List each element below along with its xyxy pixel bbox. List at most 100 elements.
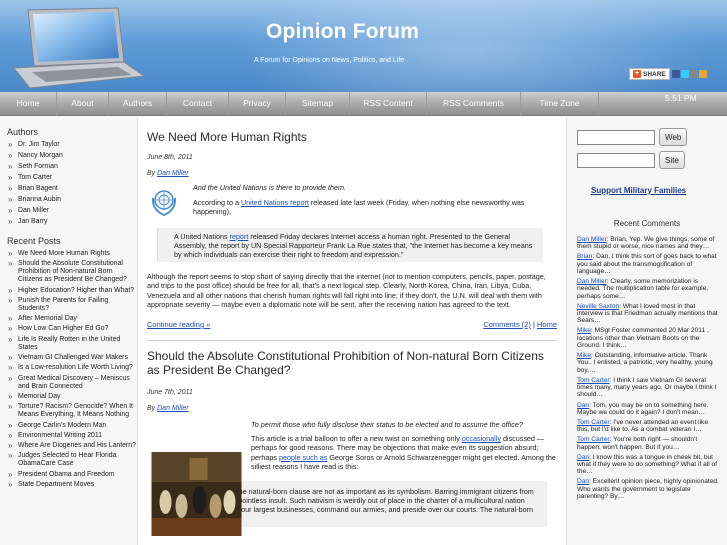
post-author-link[interactable]: Dan Miller bbox=[157, 405, 189, 412]
text-run: According to a bbox=[193, 198, 239, 208]
recent-post-link[interactable]: Vietnam GI Challenged War Makers bbox=[6, 354, 137, 362]
post-meta-links: Comments (2) | Home bbox=[483, 320, 557, 329]
comment-item: Neville Saxton: What I loved most in tha… bbox=[577, 303, 721, 325]
comment-text[interactable]: : I know this was a tongue in cheek bit,… bbox=[577, 454, 717, 476]
support-military-families-link[interactable]: Support Military Families bbox=[591, 186, 721, 195]
recent-post-link[interactable]: Higher Education? Higher than What? bbox=[6, 287, 137, 295]
nav-rss-comments[interactable]: RSS Comments bbox=[427, 92, 521, 116]
comment-author-link[interactable]: Dan bbox=[577, 478, 589, 485]
comment-text[interactable]: : Excellent opinion piece, highly opinio… bbox=[577, 478, 719, 500]
email-icon[interactable] bbox=[689, 70, 698, 78]
comment-text[interactable]: : Dan, I think this sort of goes back to… bbox=[577, 253, 717, 275]
share-service-icons bbox=[671, 70, 707, 78]
people-link[interactable]: people such as bbox=[279, 453, 327, 462]
site-title[interactable]: Opinion Forum bbox=[266, 20, 419, 44]
post-date: June 7th, 2011 bbox=[147, 389, 193, 397]
recent-post-link[interactable]: Torture? Racism? Genocide? When It Means… bbox=[6, 403, 137, 419]
nav-home[interactable]: Home bbox=[0, 92, 57, 116]
text-run: A United Nations bbox=[174, 231, 228, 241]
comment-item: Tom Carter: I think I saw Vietnam GI sev… bbox=[577, 377, 721, 399]
comment-text[interactable]: : MSgt Foster commented 20 Mar 2011 , lo… bbox=[577, 327, 709, 349]
comment-author-link[interactable]: Dan Miller bbox=[577, 236, 607, 243]
author-link[interactable]: Dr. Jim Taylor bbox=[6, 141, 137, 149]
post: We Need More Human Rights June 8th, 2011… bbox=[147, 130, 557, 342]
post-author-link[interactable]: Dan Miller bbox=[157, 170, 189, 177]
author-link[interactable]: Jan Barry bbox=[6, 218, 137, 226]
category-link[interactable]: Home bbox=[537, 320, 557, 329]
author-link[interactable]: Nancy Morgan bbox=[6, 152, 137, 160]
recent-post-link[interactable]: State Department Moves bbox=[6, 481, 137, 489]
comment-author-link[interactable]: Tom Carter bbox=[577, 377, 610, 384]
comment-author-link[interactable]: Mike bbox=[577, 327, 591, 334]
twitter-icon[interactable] bbox=[680, 70, 689, 78]
recent-post-link[interactable]: Memorial Day bbox=[6, 393, 137, 401]
bookmark-icon[interactable] bbox=[698, 70, 707, 78]
author-link[interactable]: Tom Carter bbox=[6, 174, 137, 182]
comment-author-link[interactable]: Neville Saxton bbox=[577, 303, 619, 310]
comment-author-link[interactable]: Tom Carter bbox=[577, 436, 610, 443]
post-byline: By Dan Miller bbox=[147, 405, 557, 412]
recent-post-link[interactable]: Environmental Writing 2011 bbox=[6, 432, 137, 440]
web-search-row: Web bbox=[577, 128, 721, 146]
recent-post-link[interactable]: Is a Low-resolution Life Worth Living? bbox=[6, 364, 137, 372]
post-title[interactable]: We Need More Human Rights bbox=[147, 130, 557, 144]
recent-post-link[interactable]: Where Are Diogenes and His Lantern? bbox=[6, 442, 137, 450]
comment-item: Mike: MSgt Foster commented 20 Mar 2011 … bbox=[577, 327, 721, 349]
comment-item: Dan Miller: Clearly, some memorization i… bbox=[577, 278, 721, 300]
recent-post-link[interactable]: Punish the Parents for Failing Students? bbox=[6, 297, 137, 313]
comment-author-link[interactable]: Dan bbox=[577, 402, 589, 409]
share-label: SHARE bbox=[643, 70, 666, 78]
comment-author-link[interactable]: Brian bbox=[577, 253, 592, 260]
nav-authors[interactable]: Authors bbox=[109, 92, 167, 116]
comment-text[interactable]: : Tom, you may be on to something here. … bbox=[577, 402, 708, 416]
comment-item: Tom Carter: You're both right — shouldn'… bbox=[577, 436, 721, 451]
continue-reading-link[interactable]: Continue reading » bbox=[147, 320, 210, 329]
author-link[interactable]: Dan Miller bbox=[6, 207, 137, 215]
comments-link[interactable]: Comments (2) bbox=[483, 320, 531, 329]
author-link[interactable]: Seth Forman bbox=[6, 163, 137, 171]
nav-about[interactable]: About bbox=[57, 92, 109, 116]
comment-author-link[interactable]: Dan bbox=[577, 454, 589, 461]
occasionally-link[interactable]: occasionally bbox=[462, 434, 501, 443]
share-widget[interactable]: + SHARE bbox=[629, 68, 724, 80]
report-link[interactable]: report bbox=[230, 232, 249, 241]
post-paragraph: Although the report seems to stop short … bbox=[147, 272, 546, 309]
nav-contact[interactable]: Contact bbox=[167, 92, 229, 116]
recent-post-link[interactable]: President Obama and Freedom bbox=[6, 471, 137, 479]
comment-item: Mike: Outstanding, informative article. … bbox=[577, 352, 721, 374]
nav-time-zone[interactable]: Time Zone bbox=[521, 92, 599, 116]
comment-item: Tom Carter: I've never attended an event… bbox=[577, 419, 721, 434]
author-link[interactable]: Brianna Aubin bbox=[6, 196, 137, 204]
nav-privacy[interactable]: Privacy bbox=[229, 92, 286, 116]
recent-post-link[interactable]: We Need More Human Rights bbox=[6, 250, 137, 258]
recent-post-link[interactable]: How Low Can Higher Ed Go? bbox=[6, 325, 137, 333]
web-search-button[interactable]: Web bbox=[659, 128, 688, 146]
nav-rss-content[interactable]: RSS Content bbox=[350, 92, 427, 116]
recent-comments-list: Dan Miller: Brian, Yep. We give things, … bbox=[577, 236, 721, 500]
comment-author-link[interactable]: Tom Carter bbox=[577, 419, 610, 426]
site-search-button[interactable]: Site bbox=[659, 151, 685, 169]
recent-post-link[interactable]: Life Is Really Rotten in the United Stat… bbox=[6, 336, 137, 352]
post-footer: Continue reading » Comments (2) | Home bbox=[147, 320, 557, 332]
post-title[interactable]: Should the Absolute Constitutional Prohi… bbox=[147, 349, 557, 377]
comment-author-link[interactable]: Mike bbox=[577, 352, 591, 359]
un-report-link[interactable]: United Nations report bbox=[241, 198, 309, 207]
site-search-input[interactable] bbox=[577, 152, 655, 168]
site-header: Opinion Forum A Forum for Opinions on Ne… bbox=[0, 0, 727, 92]
main-content: We Need More Human Rights June 8th, 2011… bbox=[139, 117, 565, 545]
recent-post-link[interactable]: George Carlin's Modern Man bbox=[6, 422, 137, 430]
recent-post-link[interactable]: Great Medical Discovery – Meniscus and B… bbox=[6, 375, 137, 391]
right-sidebar: Web Site Support Military Families Recen… bbox=[566, 117, 727, 545]
recent-post-link[interactable]: Judges Selected to Hear Florida ObamaCar… bbox=[6, 452, 137, 468]
recent-post-link[interactable]: Should the Absolute Constitutional Prohi… bbox=[6, 260, 137, 284]
author-link[interactable]: Brian Bagent bbox=[6, 185, 137, 193]
comment-author-link[interactable]: Dan Miller bbox=[577, 278, 607, 285]
nav-sitemap[interactable]: Sitemap bbox=[286, 92, 350, 116]
recent-post-link[interactable]: After Memorial Day bbox=[6, 315, 137, 323]
share-button[interactable]: + SHARE bbox=[629, 68, 670, 80]
web-search-input[interactable] bbox=[577, 129, 655, 145]
facebook-icon[interactable] bbox=[671, 70, 680, 78]
comment-text[interactable]: : Outstanding, informative article. Than… bbox=[577, 352, 713, 374]
post-blockquote: A United Nations report released Friday … bbox=[157, 227, 543, 263]
meta-separator: | bbox=[532, 320, 535, 330]
